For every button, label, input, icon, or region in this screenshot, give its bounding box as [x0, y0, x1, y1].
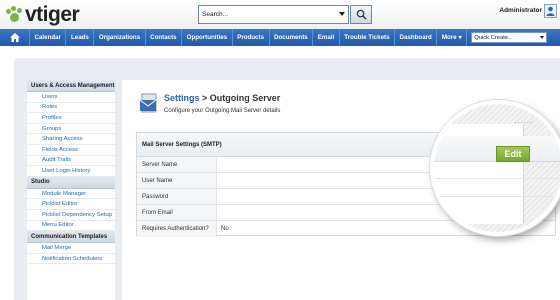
global-search: Search...: [198, 5, 372, 24]
user-icon[interactable]: [544, 4, 557, 18]
logo-text: vtiger: [25, 3, 80, 26]
search-dropdown-caret-icon[interactable]: [339, 12, 345, 16]
sidebar-item-user-login-history[interactable]: User Login History: [27, 166, 115, 177]
nav-more[interactable]: More ▾: [437, 29, 468, 46]
top-header: vtiger Search... Administrator: [0, 0, 560, 29]
nav-products[interactable]: Products: [233, 29, 270, 46]
sidebar-item-sharing-access[interactable]: Sharing Access: [27, 134, 115, 145]
magnified-row-line: [434, 196, 560, 197]
nav-documents[interactable]: Documents: [270, 29, 314, 46]
nav-calendar[interactable]: Calendar: [30, 29, 67, 46]
sidebar-item-notification-schedulers[interactable]: Notification Schedulers: [27, 254, 115, 265]
nav-organizations[interactable]: Organizations: [94, 29, 146, 46]
settings-sidebar: Users & Access Management Users Roles Pr…: [27, 80, 115, 300]
nav-leads[interactable]: Leads: [66, 29, 95, 46]
sidebar-item-picklist-dependency[interactable]: Picklist Dependency Setup: [27, 210, 115, 221]
field-label: Requires Authentication?: [137, 221, 217, 237]
sidebar-section-studio: Studio: [27, 176, 115, 189]
sidebar-item-roles[interactable]: Roles: [27, 103, 115, 114]
sidebar-item-audit-trails[interactable]: Audit Trails: [27, 156, 115, 167]
breadcrumb-separator: >: [199, 93, 210, 103]
breadcrumb-current: Outgoing Server: [209, 93, 281, 103]
quick-create-caret-icon: [540, 36, 545, 39]
breadcrumb-settings-link[interactable]: Settings: [164, 93, 200, 103]
quick-create-value: Quick Create...: [474, 34, 513, 41]
sidebar-section-users-access: Users & Access Management: [27, 80, 115, 92]
sidebar-item-groups[interactable]: Groups: [27, 124, 115, 135]
search-button[interactable]: [350, 5, 372, 24]
sidebar-item-fields-access[interactable]: Fields Access: [27, 145, 115, 156]
nav-contacts[interactable]: Contacts: [146, 29, 183, 46]
magnified-row-line: [434, 178, 560, 179]
home-icon: [9, 33, 20, 42]
page-subtitle: Configure your Outgoing Mail Server deta…: [164, 108, 281, 114]
magnifier-lens: ......: [430, 100, 560, 236]
field-label: User Name: [137, 173, 217, 188]
field-label: From Email: [137, 205, 217, 220]
sidebar-item-users[interactable]: Users: [27, 92, 115, 103]
sidebar-item-menu-editor[interactable]: Menu Editor: [27, 221, 115, 232]
mail-server-icon: [140, 93, 157, 113]
main-nav-bar: Calendar Leads Organizations Contacts Op…: [0, 29, 560, 46]
field-label: Password: [137, 189, 217, 204]
sidebar-section-communication-templates: Communication Templates: [27, 231, 115, 244]
edit-button[interactable]: Edit: [496, 146, 530, 162]
chevron-down-icon: ▾: [458, 34, 462, 41]
nav-email[interactable]: Email: [313, 29, 340, 46]
sidebar-item-picklist-editor[interactable]: Picklist Editor: [27, 199, 115, 210]
search-input[interactable]: Search...: [198, 5, 349, 24]
nav-dashboard[interactable]: Dashboard: [395, 29, 438, 46]
magnifier-content: ......: [434, 104, 560, 232]
vtiger-logo[interactable]: vtiger: [4, 3, 80, 26]
nav-more-label: More: [441, 34, 457, 41]
user-name[interactable]: Administrator: [499, 7, 542, 14]
nav-trouble-tickets[interactable]: Trouble Tickets: [340, 29, 396, 46]
sidebar-item-module-manager[interactable]: Module Manager: [27, 189, 115, 200]
magnifier-icon: [356, 9, 367, 20]
nav-opportunities[interactable]: Opportunities: [182, 29, 233, 46]
quick-create-select[interactable]: Quick Create...: [471, 32, 548, 43]
magnified-dots: ......: [514, 116, 534, 125]
paw-logo-icon: [4, 5, 24, 25]
page-title: Settings > Outgoing Server: [164, 93, 280, 103]
sidebar-item-mail-merge[interactable]: Mail Merge: [27, 243, 115, 254]
search-input-text: Search...: [202, 11, 229, 18]
field-label: Server Name: [137, 157, 217, 172]
nav-home-button[interactable]: [0, 29, 30, 46]
sidebar-item-profiles[interactable]: Profiles: [27, 113, 115, 124]
